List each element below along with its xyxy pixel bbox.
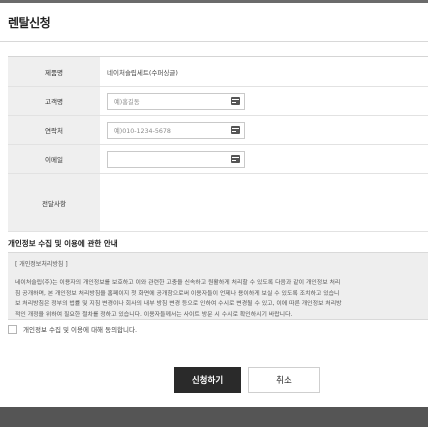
keyboard-icon[interactable]	[231, 126, 240, 134]
privacy-heading: [ 개인정보처리방침 ]	[15, 261, 68, 268]
product-row: 제품명 네이처슬립세트(수퍼싱글)	[8, 57, 428, 87]
message-textarea[interactable]	[100, 174, 428, 231]
phone-label: 연락처	[8, 116, 100, 144]
product-label: 제품명	[8, 57, 100, 86]
apply-button[interactable]: 신청하기	[174, 367, 241, 393]
privacy-text-line: 네이처슬립(주)는 이용자의 개인정보를 보호하고 이와 관련한 고충을 신속하…	[15, 280, 341, 286]
rental-application-modal: 렌탈신청 제품명 네이처슬립세트(수퍼싱글) 고객명 예)홍길동 연락처 예)0…	[0, 3, 428, 407]
keyboard-icon[interactable]	[231, 97, 240, 105]
agree-checkbox[interactable]	[8, 324, 17, 334]
keyboard-icon[interactable]	[231, 155, 240, 163]
phone-input[interactable]: 예)010-1234-5678	[107, 121, 245, 139]
email-input[interactable]	[107, 150, 245, 168]
message-label: 전달사항	[8, 174, 100, 231]
backdrop-bottom	[0, 407, 428, 427]
product-value: 네이처슬립세트(수퍼싱글)	[107, 68, 178, 77]
modal-title: 렌탈신청	[8, 15, 51, 30]
customer-label: 고객명	[8, 87, 100, 115]
phone-placeholder: 예)010-1234-5678	[114, 127, 171, 135]
customer-row: 고객명 예)홍길동	[8, 87, 428, 116]
phone-row: 연락처 예)010-1234-5678	[8, 116, 428, 145]
email-row: 이메일	[8, 145, 428, 174]
application-form: 제품명 네이처슬립세트(수퍼싱글) 고객명 예)홍길동 연락처 예)010-12…	[8, 56, 428, 232]
modal-header: 렌탈신청	[0, 3, 428, 42]
privacy-text-line: 적인 개정을 위하여 필요한 절차를 정하고 있습니다. 이용자들께서는 사이트…	[15, 311, 293, 318]
customer-name-placeholder: 예)홍길동	[114, 98, 140, 106]
message-row: 전달사항	[8, 174, 428, 232]
agree-row: 개인정보 수집 및 이용에 대해 동의합니다.	[8, 324, 137, 334]
cancel-button[interactable]: 취소	[248, 367, 320, 393]
privacy-title: 개인정보 수집 및 이용에 관한 안내	[8, 239, 118, 248]
privacy-text-line: 보 처리방침은 정부의 법률 및 지침 변경이나 회사의 내부 방침 변경 등으…	[15, 301, 342, 307]
privacy-policy-box[interactable]: [ 개인정보처리방침 ] 네이처슬립(주)는 이용자의 개인정보를 보호하고 이…	[8, 252, 428, 320]
privacy-text-line: 침 공개하며, 본 개인정보 처리방침을 홈페이지 첫 화면에 공개함으로써 이…	[15, 290, 340, 297]
email-label: 이메일	[8, 145, 100, 173]
agree-label[interactable]: 개인정보 수집 및 이용에 대해 동의합니다.	[23, 324, 137, 334]
customer-name-input[interactable]: 예)홍길동	[107, 92, 245, 110]
